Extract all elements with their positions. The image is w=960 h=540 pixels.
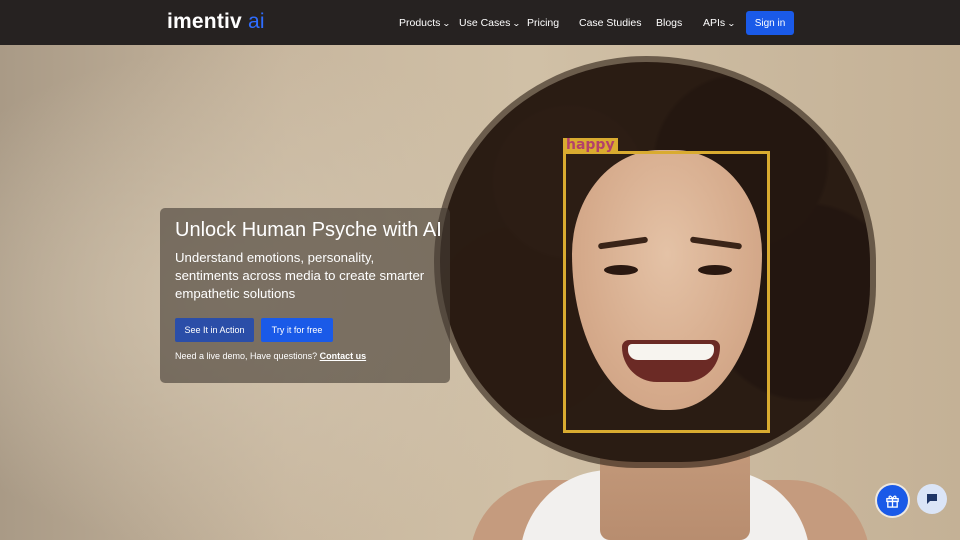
demo-prompt-text: Need a live demo, Have questions? [175,351,318,361]
nav-products[interactable]: Products ⌄ [399,17,452,29]
try-it-free-button[interactable]: Try it for free [261,318,333,342]
brand-logo[interactable]: imentiv ai [167,10,265,34]
nav-blogs-label: Blogs [656,17,683,29]
chevron-down-icon: ⌄ [727,18,736,28]
nav-products-label: Products [399,17,441,29]
nav-use-cases-label: Use Cases [459,17,511,29]
emotion-label: happy [563,138,618,153]
face-detection-box [563,151,770,433]
nav-apis-label: APIs [703,17,726,29]
gift-icon [886,495,899,508]
gift-button[interactable] [877,485,908,516]
nav-blogs[interactable]: Blogs [656,17,682,29]
chat-button[interactable] [917,484,947,514]
hero-title: Unlock Human Psyche with AI [175,219,442,241]
logo-accent-text: ai [247,10,265,33]
nav-pricing-label: Pricing [527,17,560,29]
sign-in-button[interactable]: Sign in [746,11,794,35]
chevron-down-icon: ⌄ [512,18,522,28]
nav-case-studies-label: Case Studies [579,17,642,29]
contact-us-link[interactable]: Contact us [320,351,367,361]
nav-case-studies[interactable]: Case Studies [579,17,641,29]
chevron-down-icon: ⌄ [442,18,452,28]
hero-subtitle: Understand emotions, personality, sentim… [175,250,425,301]
nav-apis[interactable]: APIs ⌄ [703,17,736,29]
demo-prompt: Need a live demo, Have questions? Contac… [175,351,366,361]
nav-pricing[interactable]: Pricing [527,17,559,29]
top-navbar: imentiv ai Products ⌄ Use Cases ⌄ Pricin… [0,0,960,45]
see-it-in-action-button[interactable]: See It in Action [175,318,254,342]
logo-main-text: imentiv [167,10,242,33]
nav-use-cases[interactable]: Use Cases ⌄ [459,17,522,29]
chat-icon [927,494,937,504]
